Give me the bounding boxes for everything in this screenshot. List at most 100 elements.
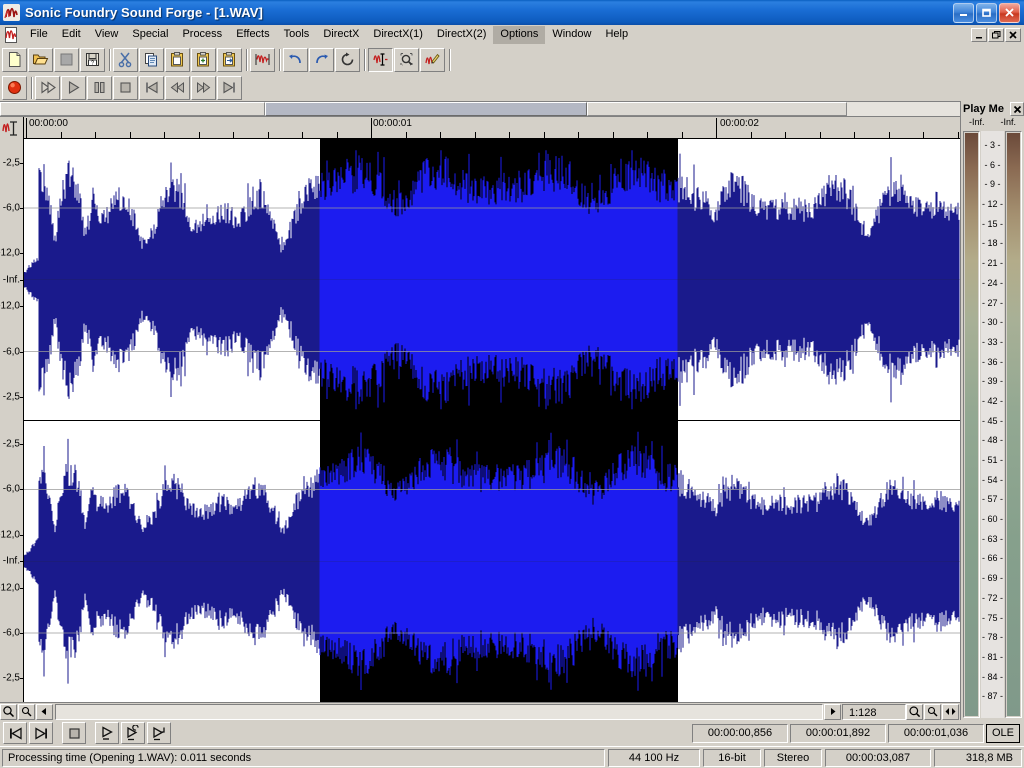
db-scale-label: -6,0 <box>2 483 20 495</box>
playbar-play-normal-button[interactable] <box>95 722 119 744</box>
cut-button[interactable] <box>113 47 138 72</box>
ruler-minor-tick <box>337 132 338 138</box>
mdi-close-button[interactable] <box>1005 28 1021 42</box>
save-file-button[interactable]: ? <box>80 47 105 72</box>
sound-forge-window: Sonic Foundry Sound Forge - [1.WAV] File… <box>0 0 1024 768</box>
meter-bar-right <box>1005 131 1022 718</box>
zoom-ratio-field[interactable]: 1:128 <box>842 703 906 720</box>
ruler-corner <box>0 117 24 139</box>
menu-item-special[interactable]: Special <box>125 26 175 44</box>
ruler-minor-tick <box>958 132 959 138</box>
playbar-play-loop-button[interactable] <box>121 722 145 744</box>
ruler-scale[interactable]: 00:00:00 00:00:01 00:00:02 <box>24 117 960 139</box>
new-file-button[interactable] <box>2 47 27 72</box>
close-file-button[interactable] <box>54 47 79 72</box>
magnify-plus-icon[interactable] <box>18 703 35 720</box>
playbar-go-to-start-button[interactable] <box>3 722 27 744</box>
close-button[interactable] <box>999 2 1020 23</box>
open-file-button[interactable] <box>28 47 53 72</box>
main-toolbar: ? <box>0 45 1024 73</box>
trim-crop-button[interactable] <box>250 47 275 72</box>
menu-item-directx-1[interactable]: DirectX(1) <box>366 26 430 44</box>
magnify-level-icon[interactable] <box>906 703 923 720</box>
ruler-label: 00:00:00 <box>29 118 68 129</box>
meter-scale-mark: - 78 - <box>981 632 1004 643</box>
db-scale-tick <box>20 489 23 491</box>
menu-item-effects[interactable]: Effects <box>229 26 276 44</box>
scrollbar-thumb[interactable] <box>265 102 587 116</box>
play-all-button[interactable] <box>35 75 60 100</box>
status-bar: Processing time (Opening 1.WAV): 0.011 s… <box>0 746 1024 768</box>
mdi-restore-button[interactable] <box>988 28 1004 42</box>
play-button[interactable] <box>61 75 86 100</box>
menu-item-edit[interactable]: Edit <box>55 26 88 44</box>
edit-tool-button[interactable] <box>368 47 393 72</box>
scrollbar-track-left[interactable] <box>0 102 265 116</box>
menu-item-directx[interactable]: DirectX <box>316 26 366 44</box>
meter-close-button[interactable] <box>1010 102 1024 116</box>
undo-button[interactable] <box>283 47 308 72</box>
menu-item-file[interactable]: File <box>23 26 55 44</box>
toolbar-separator-3 <box>276 48 283 71</box>
magnify-tool-button[interactable] <box>394 47 419 72</box>
stop-button[interactable] <box>113 75 138 100</box>
waveform-canvas[interactable] <box>24 139 960 702</box>
ruler-minor-tick <box>95 132 96 138</box>
title-bar: Sonic Foundry Sound Forge - [1.WAV] <box>0 0 1024 25</box>
window-title: Sonic Foundry Sound Forge - [1.WAV] <box>25 5 263 20</box>
ruler-minor-tick <box>440 132 441 138</box>
record-button[interactable] <box>2 75 27 100</box>
zoom-scroll-trough[interactable] <box>55 703 823 720</box>
ruler-minor-tick <box>578 132 579 138</box>
ruler-minor-tick <box>544 132 545 138</box>
selection-length-field[interactable]: 00:00:01,036 <box>887 723 984 743</box>
playbar-stop-button[interactable] <box>62 722 86 744</box>
ruler-minor-tick <box>164 132 165 138</box>
meter-scale-mark: - 48 - <box>981 435 1004 446</box>
go-to-start-button[interactable] <box>139 75 164 100</box>
go-to-end-button[interactable] <box>217 75 242 100</box>
meter-body[interactable]: - 3 - - 6 - - 9 - - 12 - - 15 - - 18 - - 21 - -… <box>961 131 1024 720</box>
workspace: 00:00:00 00:00:01 00:00:02 -2,5 -6,0 -12,0 -I… <box>0 101 1024 720</box>
meter-fill-right <box>1007 133 1020 716</box>
magnify-minus-icon[interactable] <box>0 703 17 720</box>
redo-button[interactable] <box>309 47 334 72</box>
ole-button[interactable]: OLE <box>985 723 1020 743</box>
menu-item-directx-2[interactable]: DirectX(2) <box>430 26 494 44</box>
mdi-minimize-button[interactable] <box>971 28 987 42</box>
magnify-selection-icon[interactable] <box>924 703 941 720</box>
scrollbar-track-right[interactable] <box>587 102 847 116</box>
paste-special-button[interactable] <box>217 47 242 72</box>
menu-item-options[interactable]: Options <box>493 26 546 44</box>
pencil-tool-button[interactable] <box>420 47 445 72</box>
repeat-button[interactable] <box>335 47 360 72</box>
ruler-minor-tick <box>889 132 890 138</box>
selection-end-field[interactable]: 00:00:01,892 <box>789 723 886 743</box>
fast-forward-button[interactable] <box>191 75 216 100</box>
minimize-button[interactable] <box>953 2 974 23</box>
arrow-right-icon[interactable] <box>824 703 841 720</box>
paste-button[interactable] <box>165 47 190 72</box>
maximize-button[interactable] <box>976 2 997 23</box>
menu-item-tools[interactable]: Tools <box>277 26 317 44</box>
mix-button[interactable] <box>191 47 216 72</box>
copy-button[interactable] <box>139 47 164 72</box>
arrow-left-icon[interactable] <box>36 703 53 720</box>
playbar-play-selection-button[interactable] <box>147 722 171 744</box>
rewind-button[interactable] <box>165 75 190 100</box>
meter-scale-mark: - 42 - <box>981 395 1004 406</box>
menu-item-window[interactable]: Window <box>545 26 598 44</box>
meter-scale-mark: - 66 - <box>981 553 1004 564</box>
selection-start-field[interactable]: 00:00:00,856 <box>691 723 788 743</box>
menu-item-view[interactable]: View <box>88 26 126 44</box>
fit-width-icon[interactable] <box>942 703 959 720</box>
pause-button[interactable] <box>87 75 112 100</box>
db-scale-tick <box>20 396 23 398</box>
time-ruler: 00:00:00 00:00:01 00:00:02 <box>0 117 960 139</box>
menu-item-help[interactable]: Help <box>598 26 635 44</box>
toolbar-separator <box>106 48 113 71</box>
ruler-minor-tick <box>820 132 821 138</box>
playbar-go-to-end-button[interactable] <box>29 722 53 744</box>
document-scrollbar[interactable] <box>0 102 960 117</box>
menu-item-process[interactable]: Process <box>175 26 229 44</box>
